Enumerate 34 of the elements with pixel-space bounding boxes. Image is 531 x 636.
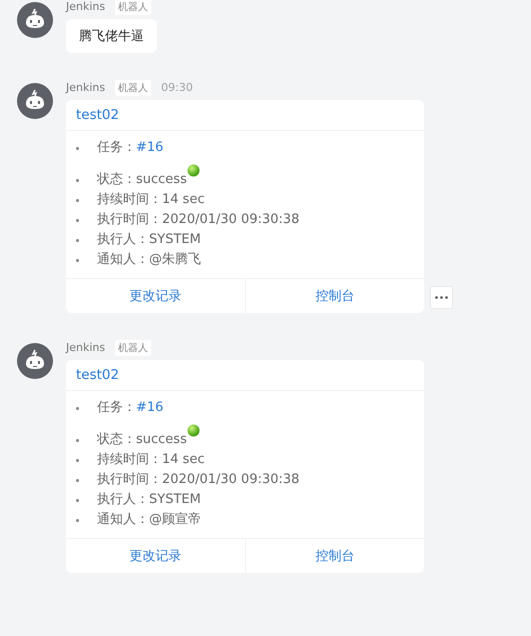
- robot-avatar-icon: [17, 343, 53, 379]
- action-button[interactable]: 更改记录: [66, 539, 244, 573]
- status-ball-icon: [186, 164, 200, 177]
- info-field: 执行人：SYSTEM: [97, 490, 201, 510]
- bot-tag: 机器人: [115, 340, 152, 356]
- info-field: 执行人：SYSTEM: [97, 230, 201, 250]
- sender-name: Jenkins: [66, 341, 106, 354]
- sender-name: Jenkins: [66, 81, 106, 94]
- message-time: 09:30: [161, 81, 193, 94]
- card-title[interactable]: test02: [66, 100, 424, 131]
- status-field: 状态：success: [97, 170, 187, 190]
- action-button[interactable]: 控制台: [244, 279, 424, 313]
- sender-name: Jenkins: [66, 0, 106, 13]
- info-field: 通知人：@朱腾飞: [97, 250, 201, 270]
- task-link[interactable]: #16: [136, 398, 164, 418]
- task-field: 任务：: [97, 138, 136, 158]
- robot-avatar-icon: [17, 83, 53, 119]
- status-ball-icon: [186, 424, 200, 437]
- info-field: 执行时间：2020/01/30 09:30:38: [97, 210, 300, 230]
- ellipsis-icon: [435, 296, 448, 299]
- card-title[interactable]: test02: [66, 360, 424, 391]
- info-field: 持续时间：14 sec: [97, 450, 205, 470]
- info-field: 通知人：@顾宣帝: [97, 510, 201, 530]
- info-field: 执行时间：2020/01/30 09:30:38: [97, 470, 300, 490]
- task-field: 任务：: [97, 398, 136, 418]
- action-button[interactable]: 更改记录: [66, 279, 244, 313]
- message-bubble: 腾飞佬牛逼: [66, 19, 157, 53]
- info-field: 持续时间：14 sec: [97, 190, 205, 210]
- bot-tag: 机器人: [115, 80, 152, 96]
- status-field: 状态：success: [97, 430, 187, 450]
- task-link[interactable]: #16: [136, 138, 164, 158]
- action-button[interactable]: 控制台: [244, 539, 424, 573]
- bot-tag: 机器人: [115, 0, 152, 14]
- more-button[interactable]: [430, 286, 453, 309]
